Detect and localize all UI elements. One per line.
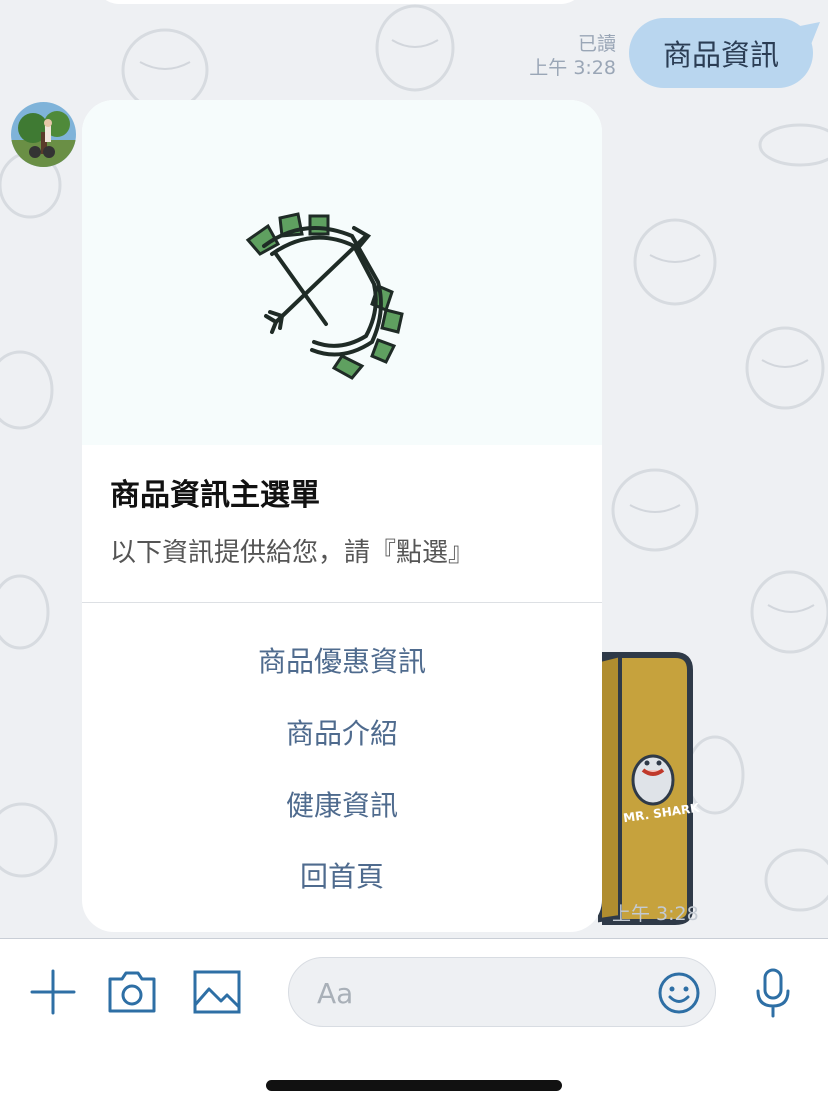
- card-subtitle: 以下資訊提供給您，請『點選』: [110, 538, 475, 568]
- health-info-button[interactable]: 健康資訊: [82, 774, 602, 834]
- card-hero: [82, 100, 602, 445]
- message-input-field[interactable]: [288, 957, 716, 1028]
- promo-info-button[interactable]: 商品優惠資訊: [82, 630, 602, 690]
- home-button[interactable]: 回首頁: [82, 845, 602, 905]
- previous-message-bubble: [95, 0, 585, 4]
- avatar-photo: [11, 102, 76, 167]
- sent-message-bubble[interactable]: 商品資訊: [629, 18, 813, 88]
- card-title: 商品資訊主選單: [110, 478, 320, 513]
- sent-message-text: 商品資訊: [662, 38, 779, 72]
- plus-icon[interactable]: [28, 967, 78, 1017]
- product-intro-button[interactable]: 商品介紹: [82, 702, 602, 762]
- received-timestamp: 上午 3:28: [612, 903, 699, 925]
- chat-area[interactable]: 已讀 上午 3:28 商品資訊 MR. SHARK 上午 3:28 商品資訊主選…: [0, 0, 828, 938]
- read-receipt: 已讀: [577, 33, 616, 55]
- home-indicator[interactable]: [266, 1080, 562, 1091]
- sent-timestamp: 上午 3:28: [529, 57, 616, 79]
- bow-arrow-icon: [245, 212, 404, 380]
- emoji-icon[interactable]: [657, 971, 701, 1015]
- message-input[interactable]: [315, 958, 639, 1028]
- image-icon[interactable]: [192, 967, 242, 1017]
- product-info-card: 商品資訊主選單 以下資訊提供給您，請『點選』 商品優惠資訊 商品介紹 健康資訊 …: [82, 100, 602, 932]
- card-divider: [82, 602, 602, 603]
- microphone-icon[interactable]: [750, 967, 796, 1019]
- avatar[interactable]: [11, 102, 76, 167]
- sent-message-meta: 已讀 上午 3:28: [529, 32, 616, 80]
- camera-icon[interactable]: [106, 967, 158, 1017]
